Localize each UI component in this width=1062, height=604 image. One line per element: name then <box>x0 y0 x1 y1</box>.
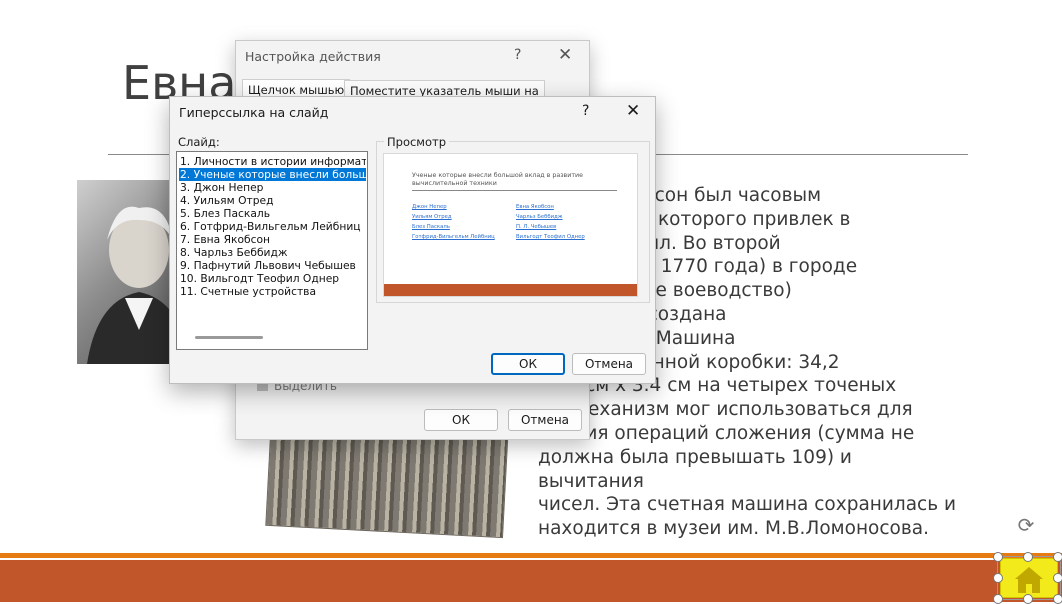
preview-slide-title: Ученые которые внесли большой вклад в ра… <box>412 172 583 187</box>
dialog-title: Гиперссылка на слайд <box>179 105 329 120</box>
slide-list-item[interactable]: 10. Вильгодт Теофил Однер <box>179 272 366 285</box>
preview-link: Блез Паскаль <box>412 224 450 230</box>
resize-handle[interactable] <box>993 552 1003 562</box>
slide-list-item[interactable]: 6. Готфрид-Вильгельм Лейбниц <box>179 220 366 233</box>
preview-link: Вильгодт Теофил Однер <box>516 234 585 240</box>
help-icon[interactable]: ? <box>514 47 521 63</box>
preview-link: П. Л. Чебышев <box>516 224 557 230</box>
slide-list-item[interactable]: 4. Уильям Отред <box>179 194 366 207</box>
close-icon[interactable]: ✕ <box>626 101 640 121</box>
resize-handle[interactable] <box>1053 552 1062 562</box>
cancel-button[interactable]: Отмена <box>572 353 646 375</box>
preview-divider <box>412 190 617 191</box>
resize-handle[interactable] <box>1053 594 1062 604</box>
ok-button[interactable]: ОК <box>424 409 498 431</box>
slide-listbox[interactable]: 1. Личности в истории информатики2. Учен… <box>176 151 368 350</box>
home-action-button[interactable] <box>1000 558 1058 598</box>
footer-accent-bar <box>0 553 1062 558</box>
slide-list-item[interactable]: 7. Евна Якобсон <box>179 233 366 246</box>
preview-link: Евна Якобсон <box>516 204 554 210</box>
slide-preview: Ученые которые внесли большой вклад в ра… <box>383 153 638 297</box>
slide-list-item[interactable]: 11. Счетные устройства <box>179 285 366 298</box>
slide-list-item[interactable]: 5. Блез Паскаль <box>179 207 366 220</box>
close-icon[interactable]: ✕ <box>558 45 572 65</box>
slide-list-item[interactable]: 2. Ученые которые внесли большой вклад <box>179 168 366 181</box>
resize-handle[interactable] <box>993 573 1003 583</box>
cancel-button[interactable]: Отмена <box>508 409 582 431</box>
preview-link: Уильям Отред <box>412 214 452 220</box>
ok-button[interactable]: ОК <box>491 353 565 375</box>
preview-link: Готфрид-Вильгельм Лейбниц <box>412 234 495 240</box>
resize-handle[interactable] <box>1023 552 1033 562</box>
resize-handle[interactable] <box>1053 573 1062 583</box>
home-icon <box>1015 567 1043 593</box>
rotate-handle-icon[interactable]: ⟳ <box>1015 514 1037 536</box>
hyperlink-to-slide-dialog: Гиперссылка на слайд ? ✕ Слайд: 1. Лично… <box>169 96 656 384</box>
preview-label: Просмотр <box>384 135 450 149</box>
resize-handle[interactable] <box>993 594 1003 604</box>
slide-list-item[interactable]: 1. Личности в истории информатики <box>179 155 366 168</box>
horizontal-scrollbar[interactable] <box>195 336 263 339</box>
slide-list-label: Слайд: <box>178 135 220 149</box>
preview-link: Джон Непер <box>412 204 447 210</box>
footer-bar <box>0 560 1062 602</box>
dialog-title: Настройка действия <box>245 49 381 64</box>
preview-footer-bar <box>384 284 637 296</box>
help-icon[interactable]: ? <box>582 103 589 119</box>
slide-list-item[interactable]: 3. Джон Непер <box>179 181 366 194</box>
preview-link: Чарльз Беббидж <box>516 214 563 220</box>
resize-handle[interactable] <box>1023 594 1033 604</box>
slide-list-item[interactable]: 8. Чарльз Беббидж <box>179 246 366 259</box>
slide-list-item[interactable]: 9. Пафнутий Львович Чебышев <box>179 259 366 272</box>
